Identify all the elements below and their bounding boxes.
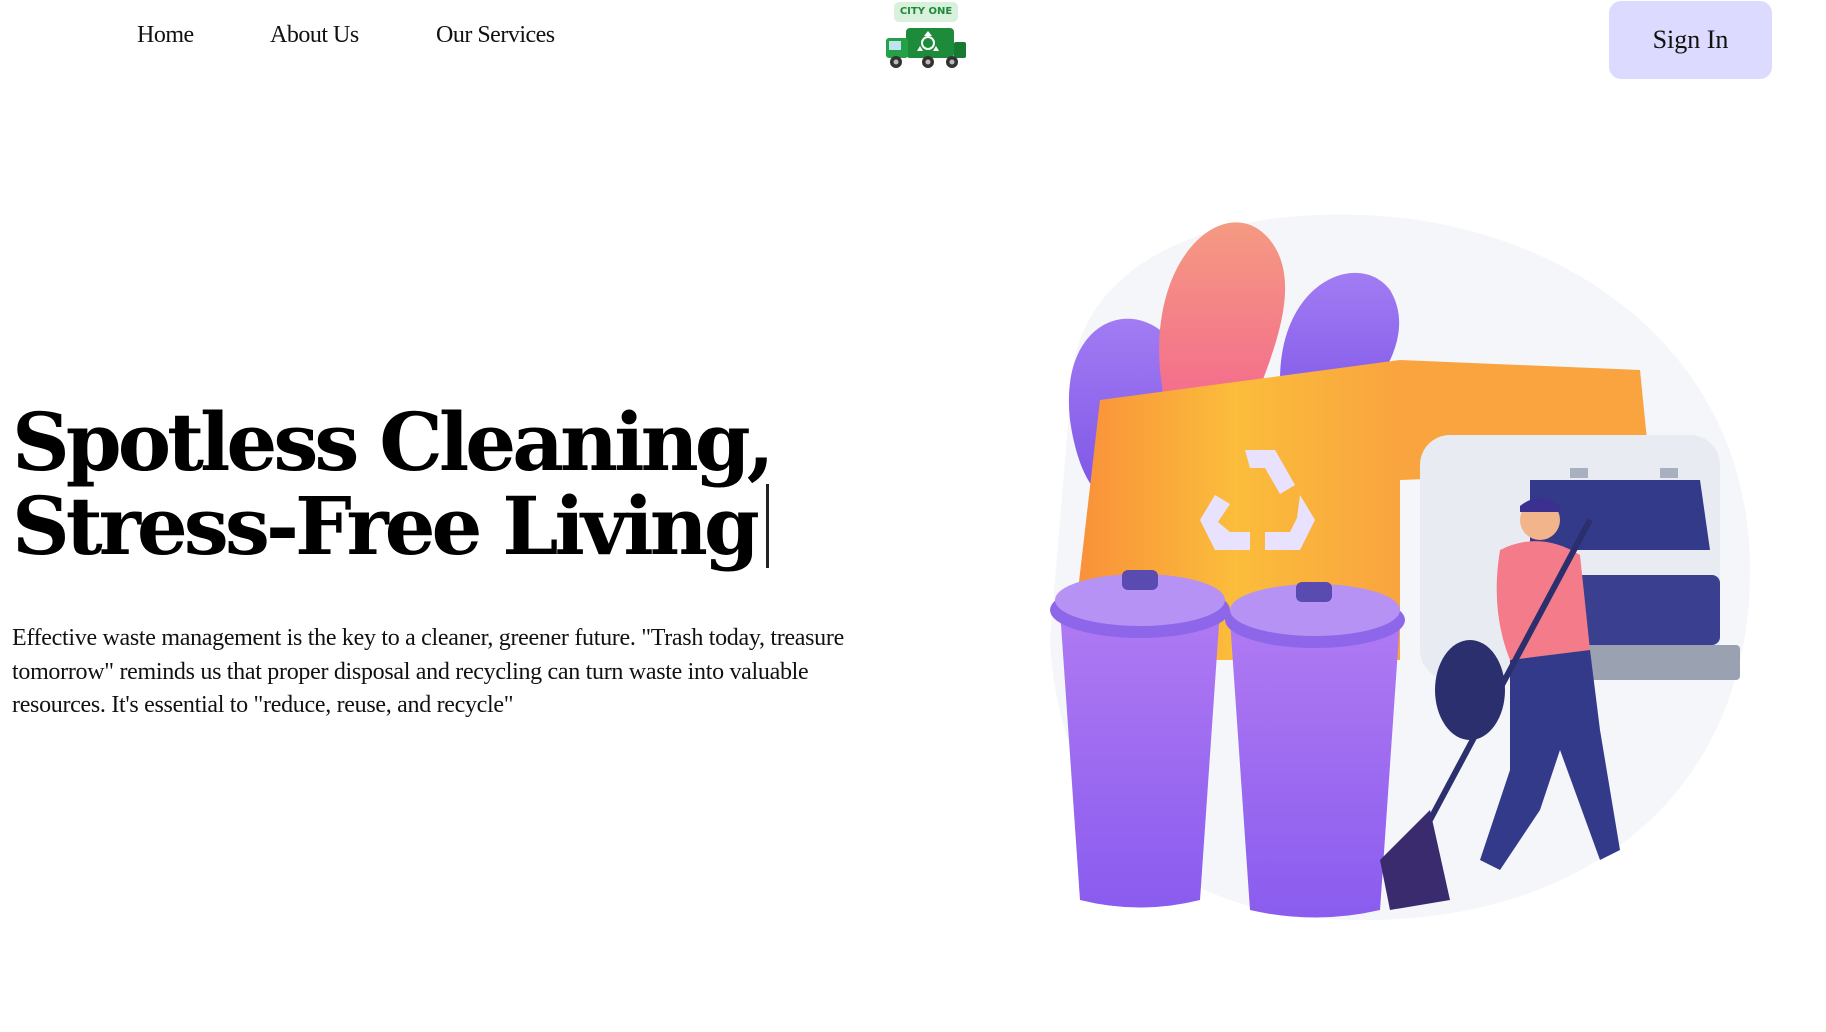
logo[interactable]: CITY ONE <box>880 0 976 76</box>
hero-title: Spotless Cleaning, Stress-Free Living <box>12 400 912 568</box>
garbage-truck-logo-icon <box>886 28 966 68</box>
hero-description: Effective waste management is the key to… <box>12 625 844 718</box>
hero-title-line-2: Stress-Free Living <box>12 479 760 573</box>
typing-cursor <box>765 484 769 568</box>
hero-title-line-1: Spotless Cleaning, <box>12 395 775 489</box>
top-nav: Home About Us Our Services CITY ONE Sign… <box>0 0 1826 80</box>
nav-home-link[interactable]: Home <box>137 22 194 49</box>
nav-about-link[interactable]: About Us <box>270 22 359 49</box>
nav-services-link[interactable]: Our Services <box>436 22 555 49</box>
sign-in-button[interactable]: Sign In <box>1609 1 1772 79</box>
hero-illustration <box>1050 214 1750 921</box>
